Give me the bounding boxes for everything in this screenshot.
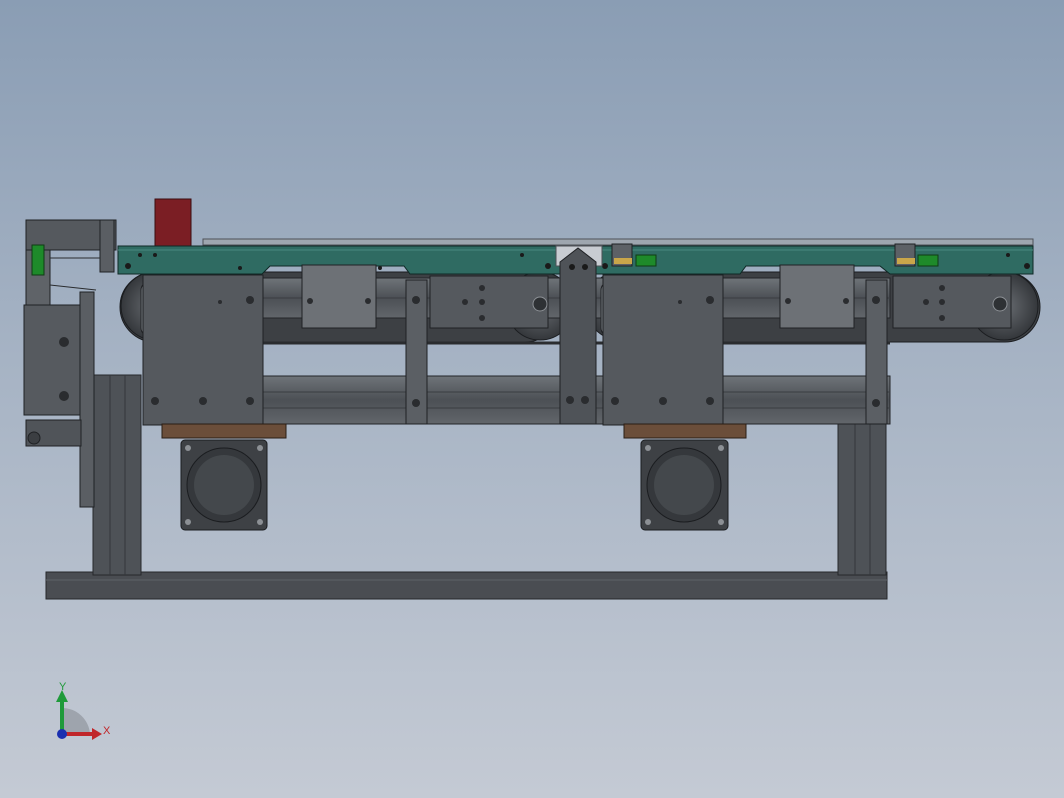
left-sensor xyxy=(31,244,45,276)
cad-viewport[interactable]: Y X xyxy=(0,0,1064,798)
drive-plate-right xyxy=(602,274,724,426)
motor-left xyxy=(161,423,287,531)
cad-model-view[interactable]: Y X xyxy=(0,0,1064,798)
drive-plate-left xyxy=(142,274,264,426)
z-axis-dot xyxy=(57,729,67,739)
y-axis-label: Y xyxy=(59,681,67,693)
coordinate-triad[interactable]: Y X xyxy=(56,681,111,740)
center-bracket xyxy=(555,245,603,425)
red-block-part xyxy=(154,198,192,247)
x-axis-label: X xyxy=(103,725,111,737)
motor-right xyxy=(623,423,747,531)
